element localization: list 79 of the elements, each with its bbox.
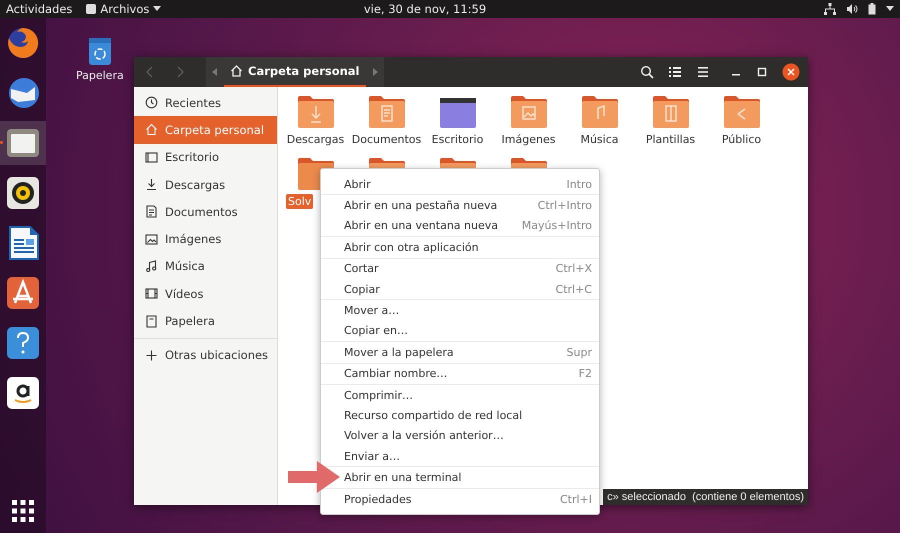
menu-item[interactable]: Abrir Intro: [341, 174, 599, 194]
volume-icon[interactable]: [846, 3, 858, 15]
search-icon[interactable]: [640, 65, 654, 79]
close-icon[interactable]: [782, 63, 800, 81]
shopping-icon[interactable]: [6, 376, 40, 410]
menu-item[interactable]: Abrir en una ventana nueva Mayús+Intro: [341, 216, 599, 236]
menu-item[interactable]: Mover a la papelera Supr: [341, 342, 599, 363]
home-icon: [145, 123, 158, 136]
sidebar-item[interactable]: Imágenes: [134, 225, 277, 253]
sidebar-item[interactable]: Papelera: [134, 307, 277, 335]
sidebar-item[interactable]: Música: [134, 252, 277, 280]
menu-item[interactable]: Copiar en…: [341, 320, 599, 342]
keyboard-shortcut: F2: [578, 367, 592, 380]
mail-icon[interactable]: [6, 76, 40, 110]
browser-icon[interactable]: [6, 26, 40, 60]
keyboard-shortcut: Ctrl+C: [556, 282, 592, 296]
keyboard-shortcut: Ctrl+X: [556, 262, 592, 276]
folder-name[interactable]: Plantillas: [636, 132, 706, 147]
store-icon[interactable]: [6, 276, 40, 310]
keyboard-shortcut: Ctrl+I: [560, 492, 592, 506]
music-icon: [145, 260, 158, 273]
folder-name[interactable]: Descargas: [280, 132, 350, 147]
folder-name[interactable]: Documentos: [352, 132, 422, 147]
clock[interactable]: vie, 30 de nov, 11:59: [364, 2, 486, 16]
keyboard-shortcut: Ctrl+Intro: [538, 199, 592, 212]
help-icon[interactable]: [6, 326, 40, 360]
battery-icon[interactable]: [868, 3, 876, 15]
menu-item[interactable]: Cortar Ctrl+X: [341, 258, 599, 279]
menu-item[interactable]: Recurso compartido de red local: [341, 405, 599, 426]
menu-item[interactable]: Cambiar nombre… F2: [341, 364, 599, 384]
keyboard-shortcut: Intro: [566, 178, 592, 191]
keyboard-shortcut: Mayús+Intro: [522, 219, 592, 232]
caret-icon: [153, 6, 162, 12]
folder-icon[interactable]: [6, 126, 40, 160]
folder-name[interactable]: Imágenes: [494, 132, 564, 147]
menu-icon[interactable]: [696, 65, 710, 79]
menu-item[interactable]: Abrir en una terminal: [341, 467, 599, 488]
download-icon: [145, 178, 158, 192]
left-caret-icon[interactable]: [210, 67, 220, 77]
menu-item[interactable]: Propiedades Ctrl+I: [341, 488, 599, 510]
app-grid-icon[interactable]: [11, 499, 35, 523]
network-icon[interactable]: [824, 3, 836, 15]
menu-item[interactable]: Abrir con otra aplicación: [341, 237, 599, 258]
recent-icon: [145, 96, 158, 110]
document-icon: [145, 205, 158, 218]
pointer-arrow: [288, 461, 340, 493]
speaker-icon[interactable]: [6, 176, 40, 210]
document-icon[interactable]: [6, 226, 40, 260]
sidebar-item[interactable]: Descargas: [134, 170, 277, 198]
caret-icon[interactable]: [886, 6, 894, 12]
home-icon: [230, 65, 243, 77]
trash-icon[interactable]: [88, 36, 112, 66]
maximize-icon[interactable]: [756, 66, 768, 78]
folder-name[interactable]: Público: [706, 132, 776, 147]
keyboard-shortcut: Supr: [566, 346, 592, 359]
app-menu[interactable]: Archivos: [86, 2, 162, 16]
menu-item[interactable]: Copiar Ctrl+C: [341, 278, 599, 300]
status-bar: c» seleccionado (contiene 0 elementos): [603, 489, 808, 505]
activities-button[interactable]: Actividades: [6, 2, 72, 16]
image-icon: [145, 232, 158, 246]
plus-icon: [145, 348, 158, 362]
video-icon: [145, 287, 158, 300]
folder-name[interactable]: Escritorio: [422, 132, 492, 147]
sidebar-item[interactable]: Vídeos: [134, 280, 277, 308]
sidebar-item[interactable]: Recientes: [134, 89, 277, 116]
list-view-icon[interactable]: [668, 65, 682, 79]
desktop-folder-icon[interactable]: [438, 95, 476, 129]
menu-item[interactable]: Volver a la versión anterior…: [341, 426, 599, 446]
desktop-icon: [145, 150, 158, 164]
sidebar-item[interactable]: Escritorio: [134, 144, 277, 171]
sidebar-item[interactable]: Otras ubicaciones: [134, 342, 277, 369]
desktop-icon-label[interactable]: Papelera: [76, 69, 124, 82]
menu-item[interactable]: Abrir en una pestaña nueva Ctrl+Intro: [341, 195, 599, 216]
menu-item[interactable]: Mover a…: [341, 300, 599, 321]
folder-name[interactable]: Música: [564, 132, 634, 147]
sidebar-item[interactable]: Documentos: [134, 198, 277, 226]
trash-icon: [145, 314, 158, 328]
menu-item[interactable]: Enviar a…: [341, 446, 599, 466]
menu-item[interactable]: Comprimir…: [341, 384, 599, 406]
